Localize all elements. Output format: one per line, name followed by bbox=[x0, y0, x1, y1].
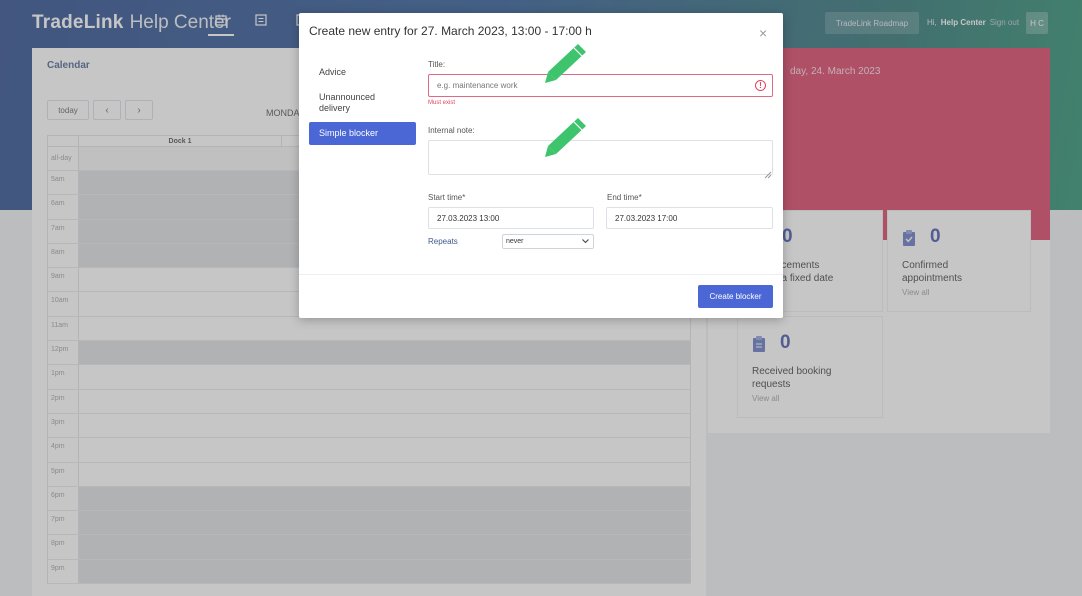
close-icon[interactable]: × bbox=[759, 25, 767, 41]
end-time-input[interactable]: 27.03.2023 17:00 bbox=[606, 207, 773, 229]
modal-footer-divider bbox=[299, 274, 783, 275]
title-error-message: Must exist bbox=[428, 100, 456, 106]
menu-item-unannounced-delivery[interactable]: Unannounced delivery bbox=[309, 86, 416, 120]
pencil-icon bbox=[544, 116, 588, 163]
create-entry-modal: Create new entry for 27. March 2023, 13:… bbox=[299, 13, 783, 318]
pencil-icon bbox=[544, 42, 588, 89]
title-input[interactable]: e.g. maintenance work bbox=[428, 74, 773, 97]
internal-note-textarea[interactable] bbox=[428, 140, 773, 175]
title-label: Title: bbox=[428, 60, 446, 69]
end-time-label: End time* bbox=[607, 193, 642, 202]
chevron-down-icon bbox=[582, 238, 589, 246]
start-time-input[interactable]: 27.03.2023 13:00 bbox=[428, 207, 594, 229]
resize-handle-icon[interactable] bbox=[764, 166, 772, 179]
error-icon: ! bbox=[755, 80, 766, 91]
start-time-label: Start time* bbox=[428, 193, 466, 202]
menu-item-advice[interactable]: Advice bbox=[309, 61, 416, 84]
menu-item-simple-blocker[interactable]: Simple blocker bbox=[309, 122, 416, 145]
internal-note-label: Internal note: bbox=[428, 126, 475, 135]
modal-title: Create new entry for 27. March 2023, 13:… bbox=[309, 24, 592, 38]
entry-type-menu: Advice Unannounced delivery Simple block… bbox=[309, 61, 416, 145]
create-blocker-button[interactable]: Create blocker bbox=[698, 285, 773, 308]
repeats-value: never bbox=[506, 238, 524, 245]
repeats-select[interactable]: never bbox=[502, 234, 594, 249]
repeats-label: Repeats bbox=[428, 237, 458, 246]
title-placeholder: e.g. maintenance work bbox=[437, 81, 518, 90]
